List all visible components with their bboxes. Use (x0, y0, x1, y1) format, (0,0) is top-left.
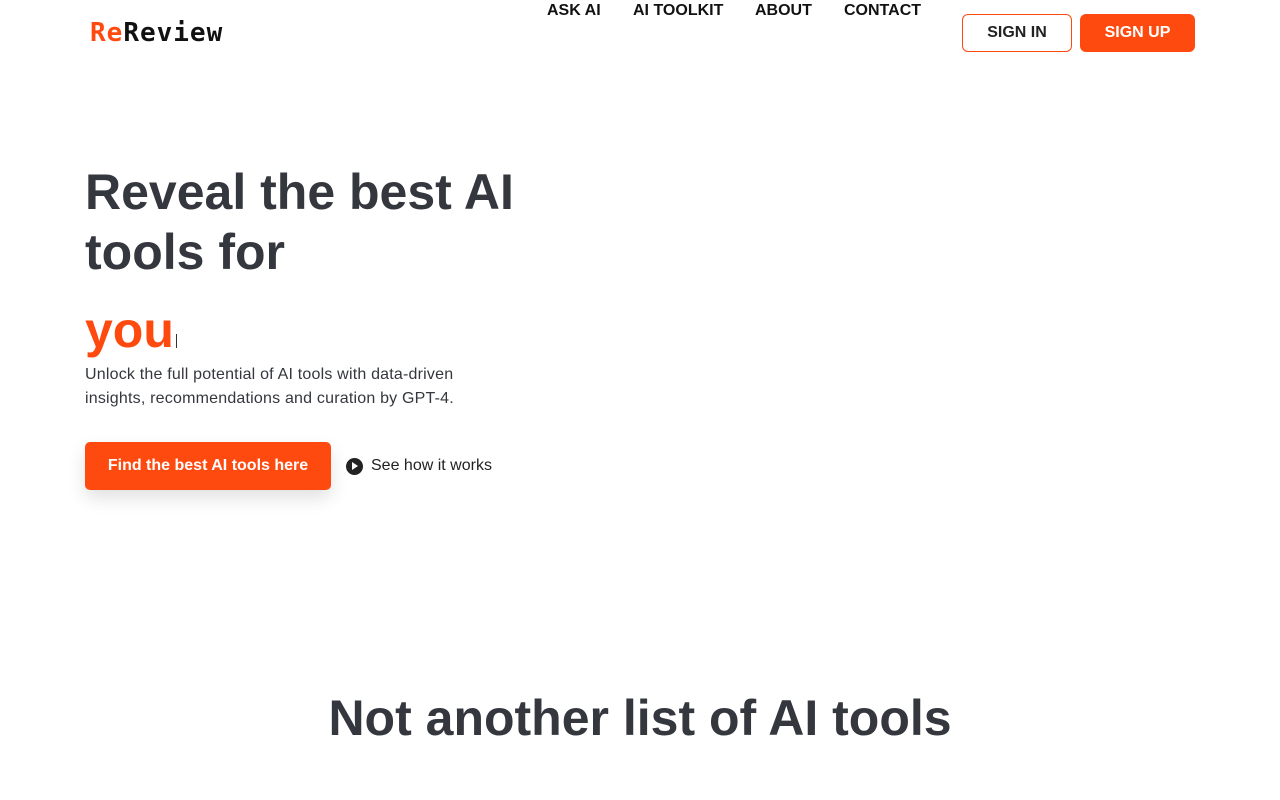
see-how-it-works-label: See how it works (371, 457, 492, 474)
site-header: ReReview ASK AI AI TOOLKIT ABOUT CONTACT… (0, 0, 1280, 66)
typing-caret (175, 334, 177, 348)
hero-typed-word: you (85, 302, 174, 358)
site-logo[interactable]: ReReview (90, 18, 223, 48)
sign-up-button[interactable]: SIGN UP (1080, 14, 1195, 52)
nav-ai-toolkit[interactable]: AI TOOLKIT (633, 0, 723, 22)
hero-subtitle: Unlock the full potential of AI tools wi… (85, 366, 454, 407)
logo-prefix: Re (90, 18, 124, 48)
play-circle-icon (346, 457, 363, 475)
nav-ask-ai[interactable]: ASK AI (547, 0, 601, 22)
hero-typed-line: you (85, 298, 177, 358)
nav-contact[interactable]: CONTACT (844, 0, 921, 22)
sign-in-button[interactable]: SIGN IN (962, 14, 1072, 52)
nav-about[interactable]: ABOUT (755, 0, 812, 22)
logo-name: Review (123, 18, 224, 48)
find-tools-button[interactable]: Find the best AI tools here (85, 442, 331, 490)
see-how-it-works-link[interactable]: See how it works (346, 454, 492, 478)
section-title: Not another list of AI tools (328, 690, 952, 746)
hero-title: Reveal the best AI tools for (85, 164, 514, 280)
